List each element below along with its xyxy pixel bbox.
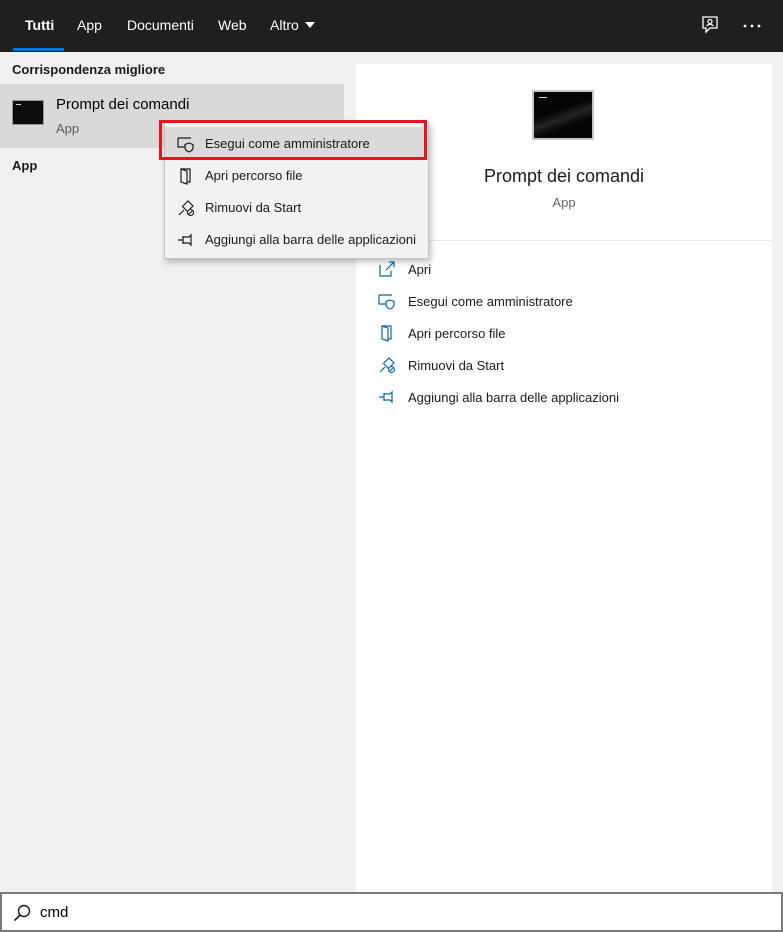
search-bar (0, 892, 783, 932)
search-icon (13, 904, 31, 922)
command-prompt-icon (12, 100, 44, 125)
tab-altro[interactable]: Altro (258, 0, 327, 52)
unpin-icon (178, 200, 195, 217)
top-bar: Tutti App Documenti Web Altro (0, 0, 783, 52)
search-input[interactable] (40, 894, 740, 930)
menu-item-open-file-location[interactable]: Apri percorso file (165, 159, 428, 191)
open-icon (379, 261, 395, 277)
action-label: Aggiungi alla barra delle applicazioni (408, 390, 620, 405)
pin-icon (379, 390, 393, 404)
menu-item-label: Esegui come amministratore (205, 136, 370, 151)
tab-web[interactable]: Web (206, 0, 259, 52)
active-tab-indicator (13, 48, 64, 51)
action-label: Apri (408, 262, 432, 277)
tab-altro-label: Altro (270, 17, 299, 33)
feedback-icon[interactable] (698, 14, 722, 38)
unpin-icon (379, 357, 396, 374)
tab-app[interactable]: App (65, 0, 114, 52)
action-label: Rimuovi da Start (408, 358, 505, 373)
command-prompt-icon (532, 90, 594, 140)
action-pin-taskbar[interactable]: Aggiungi alla barra delle applicazioni (378, 386, 758, 410)
action-label: Apri percorso file (408, 326, 506, 341)
best-match-name: Prompt dei comandi (56, 96, 190, 113)
action-open-file-location[interactable]: Apri percorso file (378, 322, 758, 346)
pin-icon (178, 233, 192, 247)
action-apri[interactable]: Apri (378, 258, 758, 282)
shield-icon (378, 294, 395, 310)
action-label: Esegui come amministratore (408, 294, 573, 309)
menu-item-unpin-start[interactable]: Rimuovi da Start (165, 191, 428, 223)
folder-icon (180, 168, 191, 185)
folder-icon (381, 325, 392, 342)
shield-icon (177, 137, 194, 153)
action-run-as-admin[interactable]: Esegui come amministratore (378, 290, 758, 314)
menu-item-run-as-admin[interactable]: Esegui come amministratore (165, 127, 428, 159)
tab-documenti[interactable]: Documenti (115, 0, 206, 52)
chevron-down-icon (304, 22, 315, 28)
menu-item-label: Apri percorso file (205, 168, 303, 183)
apps-heading: App (12, 158, 38, 173)
menu-item-pin-taskbar[interactable]: Aggiungi alla barra delle applicazioni (165, 223, 428, 255)
menu-item-label: Aggiungi alla barra delle applicazioni (205, 232, 417, 247)
tab-tutti[interactable]: Tutti (13, 0, 66, 52)
best-match-type: App (56, 121, 80, 136)
menu-item-label: Rimuovi da Start (205, 200, 302, 215)
action-unpin-start[interactable]: Rimuovi da Start (378, 354, 758, 378)
more-options-icon[interactable] (740, 14, 764, 38)
best-match-heading: Corrispondenza migliore (12, 62, 166, 77)
context-menu: Esegui come amministratore Apri percorso… (164, 122, 429, 259)
